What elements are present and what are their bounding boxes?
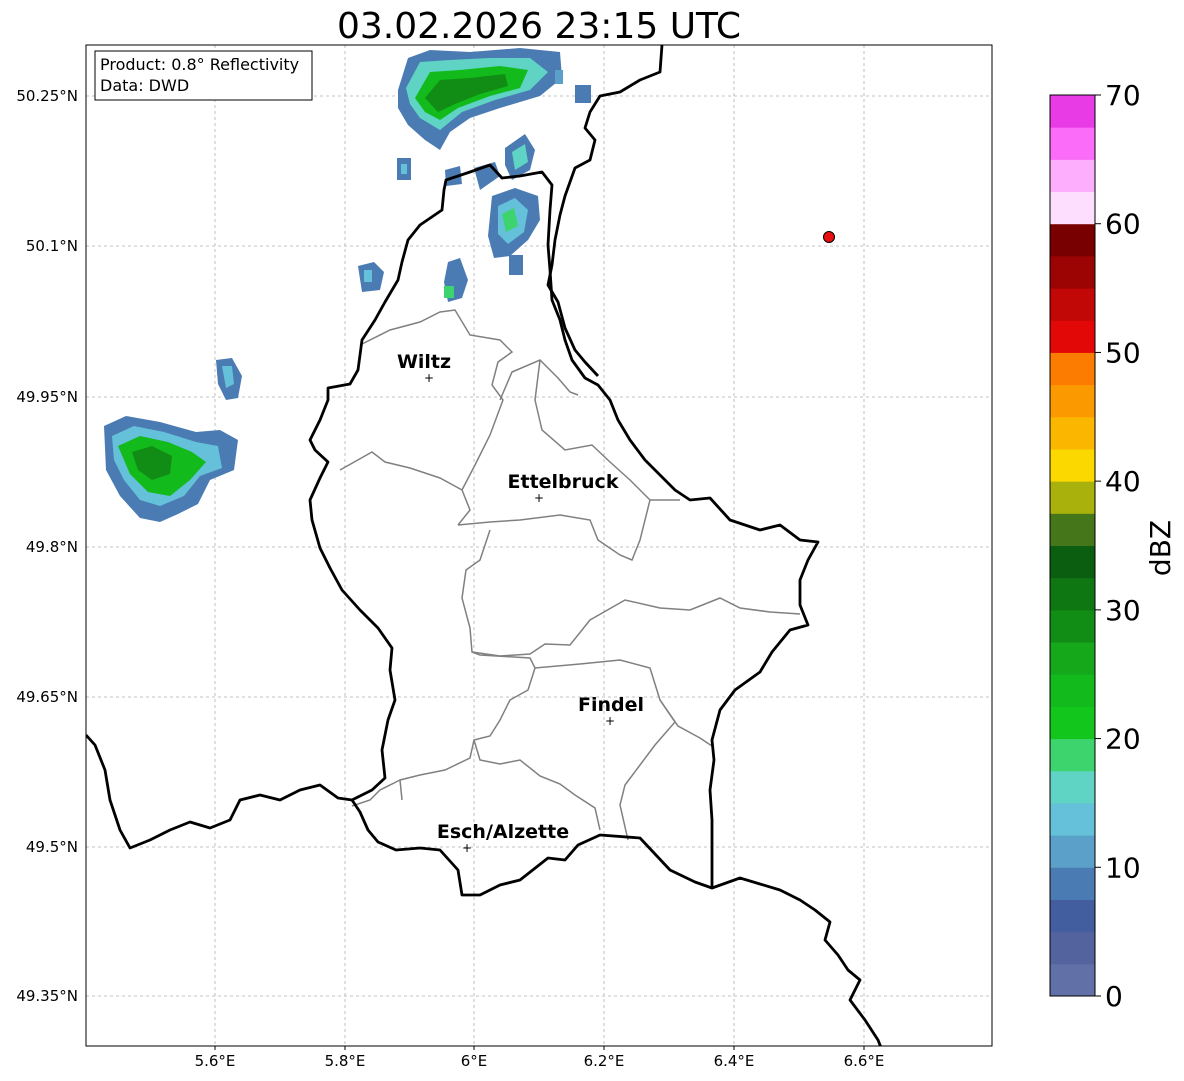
- colorbar-band: [1050, 867, 1095, 900]
- colorbar-band: [1050, 255, 1095, 289]
- lat-tick-label: 49.5°N: [26, 838, 78, 856]
- info-source: Data: DWD: [100, 76, 189, 95]
- lat-tick-label: 49.8°N: [26, 538, 78, 556]
- colorbar-tick-label: 60: [1105, 208, 1141, 241]
- colorbar-band: [1050, 963, 1095, 997]
- colorbar-tick-label: 0: [1105, 980, 1123, 1013]
- lat-tick-label: 50.1°N: [26, 237, 78, 255]
- info-box: Product: 0.8° Reflectivity Data: DWD: [94, 50, 313, 101]
- colorbar-band: [1050, 706, 1095, 740]
- colorbar-band: [1050, 159, 1095, 193]
- colorbar-band: [1050, 642, 1095, 675]
- info-product: Product: 0.8° Reflectivity: [100, 55, 299, 74]
- colorbar-tick-label: 20: [1105, 723, 1141, 756]
- radar-map-figure: 03.02.2026 23:15 UTC Wiltz + Ettelbruck …: [16, 6, 1177, 1070]
- lat-tick-label: 50.25°N: [16, 87, 78, 105]
- colorbar-band: [1050, 835, 1095, 868]
- colorbar-tick-label: 70: [1105, 79, 1141, 112]
- colorbar-band: [1050, 577, 1095, 611]
- map-title: 03.02.2026 23:15 UTC: [337, 6, 741, 47]
- lon-tick-label: 6.2°E: [584, 1052, 625, 1070]
- colorbar-band: [1050, 899, 1095, 933]
- lon-tick-label: 6°E: [461, 1052, 488, 1070]
- city-marker-icon: +: [462, 841, 472, 855]
- colorbar-bands: [1050, 95, 1095, 997]
- colorbar-band: [1050, 191, 1095, 225]
- colorbar-band: [1050, 352, 1095, 386]
- colorbar: 0 10 20 30 40 50 60 70 dBZ: [1049, 79, 1177, 1013]
- lat-tick-label: 49.95°N: [16, 388, 78, 406]
- lon-tick-labels: 5.6°E 5.8°E 6°E 6.2°E 6.4°E 6.6°E: [195, 1046, 885, 1070]
- colorbar-band: [1050, 320, 1095, 353]
- city-marker-icon: +: [605, 714, 615, 728]
- city-label: Ettelbruck: [508, 471, 619, 493]
- colorbar-band: [1050, 448, 1095, 482]
- colorbar-band: [1050, 609, 1095, 643]
- colorbar-band: [1050, 674, 1095, 707]
- colorbar-band: [1050, 931, 1095, 965]
- colorbar-tick-label: 30: [1105, 594, 1141, 627]
- city-marker-icon: +: [424, 371, 434, 385]
- lon-tick-label: 5.6°E: [195, 1052, 236, 1070]
- colorbar-band: [1050, 288, 1095, 321]
- colorbar-band: [1050, 481, 1095, 514]
- colorbar-tick-label: 40: [1105, 465, 1141, 498]
- lat-tick-label: 49.65°N: [16, 688, 78, 706]
- city-label: Wiltz: [397, 351, 451, 373]
- lat-tick-label: 49.35°N: [16, 987, 78, 1005]
- colorbar-band: [1050, 384, 1095, 418]
- lat-tick-labels: 50.25°N 50.1°N 49.95°N 49.8°N 49.65°N 49…: [16, 87, 78, 1005]
- colorbar-band: [1050, 770, 1095, 804]
- colorbar-ticks: 0 10 20 30 40 50 60 70: [1095, 79, 1141, 1013]
- lon-tick-label: 6.4°E: [714, 1052, 755, 1070]
- colorbar-band: [1050, 545, 1095, 579]
- city-label: Esch/Alzette: [437, 821, 569, 843]
- colorbar-band: [1050, 738, 1095, 772]
- lon-tick-label: 5.8°E: [325, 1052, 366, 1070]
- colorbar-band: [1050, 513, 1095, 546]
- colorbar-tick-label: 50: [1105, 336, 1141, 369]
- city-marker-icon: +: [534, 491, 544, 505]
- colorbar-band: [1050, 802, 1095, 836]
- colorbar-label: dBZ: [1144, 520, 1177, 576]
- colorbar-band: [1050, 223, 1095, 257]
- lon-tick-label: 6.6°E: [844, 1052, 885, 1070]
- radar-site-marker: [823, 231, 835, 243]
- colorbar-tick-label: 10: [1105, 851, 1141, 884]
- city-label: Findel: [578, 694, 644, 716]
- colorbar-band: [1050, 416, 1095, 450]
- colorbar-band: [1050, 127, 1095, 160]
- map-background: [86, 45, 992, 1046]
- colorbar-band: [1050, 95, 1095, 128]
